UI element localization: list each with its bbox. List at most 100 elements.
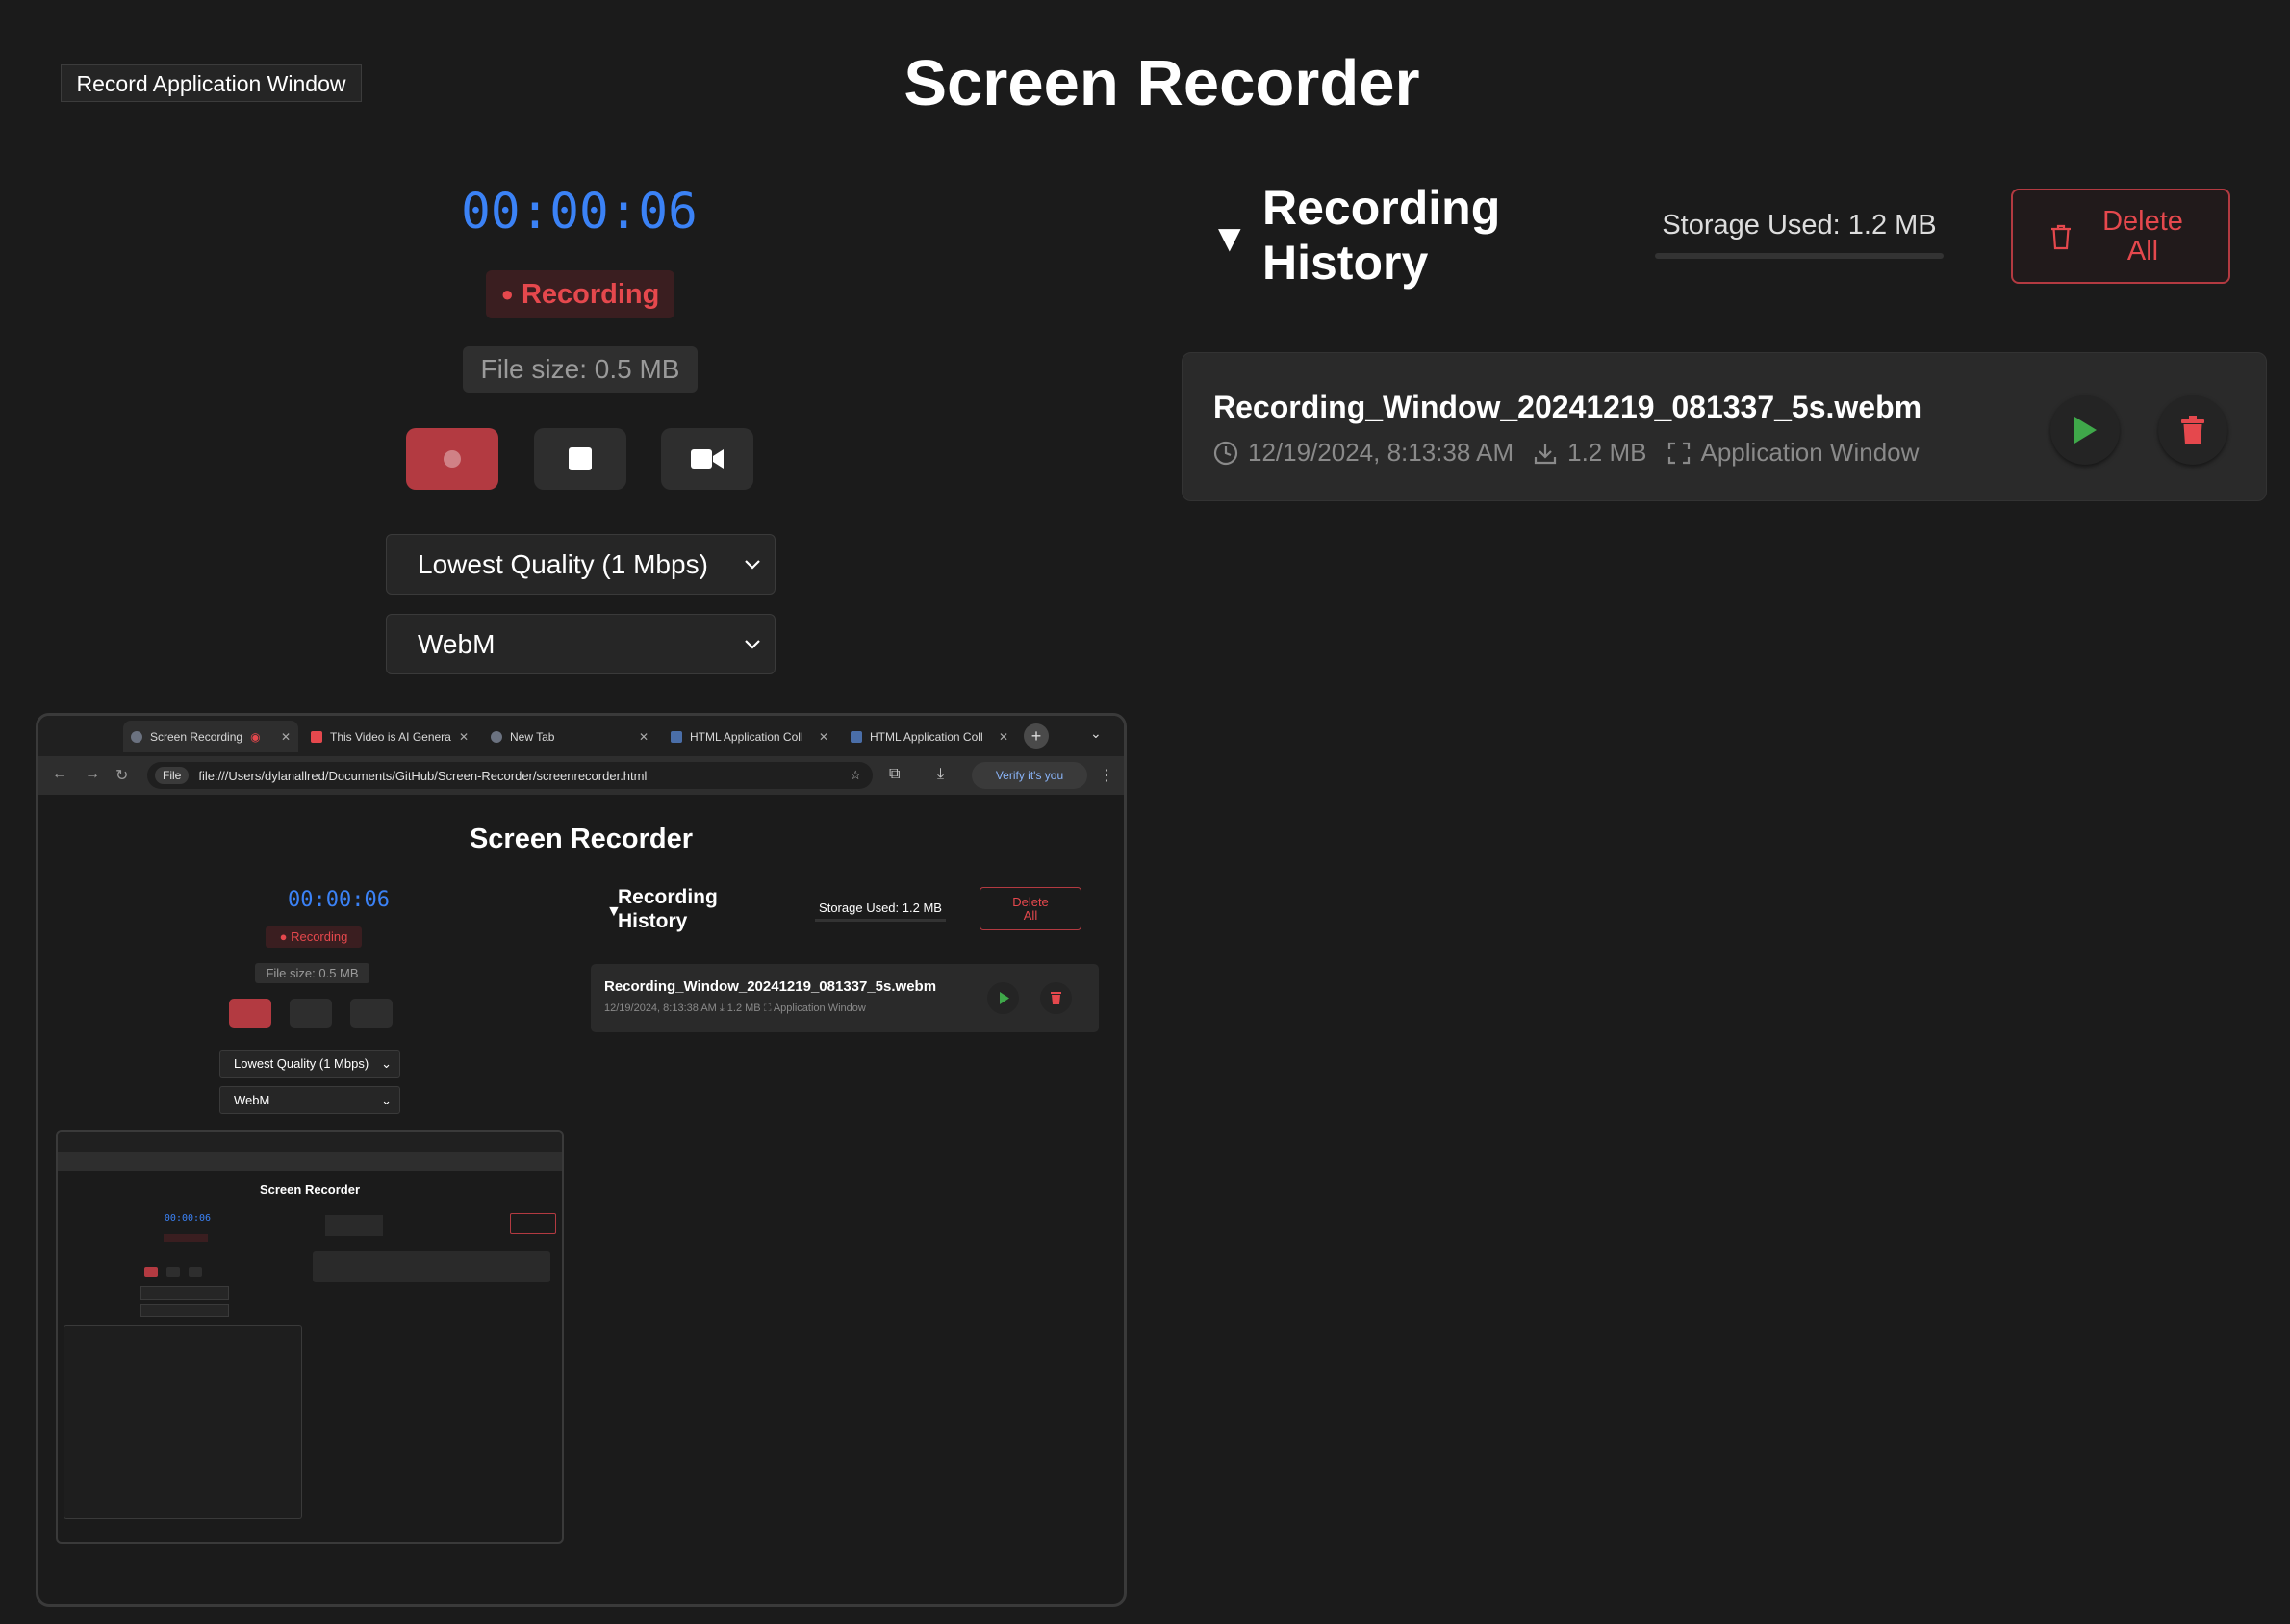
storage-used-label: Storage Used: 1.2 MB	[1662, 210, 1937, 241]
recording-list-item: Recording_Window_20241219_081337_5s.webm…	[1182, 352, 2267, 501]
preview-delete-all-label: Delete All	[1012, 894, 1049, 923]
history-collapse-toggle-icon[interactable]: ▼	[1210, 217, 1249, 261]
recording-history-title: Recording History	[1262, 181, 1501, 290]
extensions-icon[interactable]: ⧉	[889, 766, 900, 783]
trash-icon	[2051, 224, 2071, 249]
delete-all-button[interactable]: Delete All	[2011, 189, 2230, 284]
close-icon[interactable]: ✕	[819, 730, 828, 744]
nested-format-select	[140, 1304, 229, 1317]
close-icon[interactable]: ✕	[459, 730, 469, 744]
chevron-down-icon: ⌄	[381, 1055, 392, 1071]
nested-delete-all	[510, 1213, 556, 1234]
bookmark-star-icon[interactable]: ☆	[850, 768, 861, 783]
preview-file-size: File size: 0.5 MB	[255, 963, 369, 983]
preview-format-select: WebM ⌄	[219, 1086, 400, 1114]
close-icon[interactable]: ✕	[281, 730, 291, 744]
nested-recording-card	[313, 1251, 550, 1282]
browser-tab[interactable]: New Tab ✕	[483, 721, 656, 752]
preview-camera-button	[350, 999, 393, 1028]
nested-quality-select	[140, 1286, 229, 1300]
browser-tab-bar: Screen Recording ◉ ✕ This Video is AI Ge…	[38, 716, 1124, 756]
recording-preview: Screen Recording ◉ ✕ This Video is AI Ge…	[36, 713, 1127, 1607]
preview-history-title: Recording History	[618, 886, 718, 932]
format-select-value: WebM	[418, 628, 496, 659]
format-select[interactable]: WebM	[386, 614, 776, 674]
preview-delete-button	[1040, 982, 1072, 1014]
recording-size: 1.2 MB	[1567, 438, 1647, 467]
more-menu-icon[interactable]: ⋮	[1099, 766, 1114, 785]
recording-indicator-icon: ◉	[250, 729, 261, 744]
nested-page-title: Screen Recorder	[259, 1182, 361, 1197]
verify-profile-button[interactable]: Verify it's you	[972, 762, 1087, 789]
delete-all-label: Delete All	[2102, 205, 2183, 266]
download-icon[interactable]: ⤓	[937, 766, 944, 783]
quality-select[interactable]: Lowest Quality (1 Mbps)	[386, 534, 776, 595]
address-bar[interactable]: File file:///Users/dylanallred/Documents…	[147, 762, 873, 789]
quality-select-value: Lowest Quality (1 Mbps)	[418, 548, 708, 579]
preview-delete-all: Delete All	[980, 887, 1081, 930]
play-recording-button[interactable]	[2050, 395, 2120, 465]
record-dot-icon	[444, 450, 461, 468]
new-tab-button[interactable]: +	[1024, 723, 1049, 749]
preview-recording-name: Recording_Window_20241219_081337_5s.webm	[604, 978, 937, 995]
recording-meta: 12/19/2024, 8:13:38 AM 1.2 MB Applicatio…	[1213, 438, 1926, 468]
preview-format-value: WebM	[234, 1093, 270, 1107]
record-button[interactable]	[406, 428, 498, 490]
chevron-down-icon: ⌄	[381, 1092, 392, 1107]
play-icon	[1000, 992, 1009, 1004]
preview-play-button	[987, 982, 1019, 1014]
browser-tab[interactable]: This Video is AI Genera ✕	[303, 721, 476, 752]
recording-filename: Recording_Window_20241219_081337_5s.webm	[1213, 390, 1922, 424]
tab-favicon-icon	[131, 730, 142, 743]
preview-recording-meta: 12/19/2024, 8:13:38 AM ⤓ 1.2 MB ⛶ Applic…	[604, 1002, 866, 1014]
recording-date: 12/19/2024, 8:13:38 AM	[1248, 438, 1514, 467]
nested-history-header	[325, 1215, 383, 1236]
chevron-down-icon	[744, 639, 761, 650]
preview-recording-badge: ● Recording	[266, 926, 362, 948]
preview-page-title: Screen Recorder	[469, 824, 694, 854]
tab-favicon-icon	[851, 730, 862, 743]
window-frame-icon	[1667, 442, 1690, 464]
nested-stop-button	[166, 1267, 180, 1277]
nested-timer: 00:00:06	[164, 1213, 212, 1224]
preview-timer: 00:00:06	[288, 888, 390, 912]
nested-recording-badge	[164, 1234, 208, 1242]
chevron-down-icon	[744, 559, 761, 571]
preview-storage-used: Storage Used: 1.2 MB	[815, 901, 946, 922]
nested-tab-bar	[58, 1132, 562, 1152]
delete-recording-button[interactable]	[2158, 395, 2227, 465]
reload-icon[interactable]: ↻	[115, 766, 128, 785]
tab-favicon-icon	[671, 730, 682, 743]
video-camera-icon	[691, 449, 724, 469]
tab-favicon-icon	[491, 730, 502, 743]
preview-recording-card: Recording_Window_20241219_081337_5s.webm…	[591, 964, 1099, 1032]
trash-icon	[2181, 416, 2204, 444]
recording-status-label: Recording	[521, 278, 660, 310]
recording-source: Application Window	[1700, 438, 1920, 467]
nested-camera-button	[189, 1267, 202, 1277]
trash-icon	[1051, 992, 1061, 1004]
forward-arrow-icon[interactable]: →	[85, 766, 100, 783]
back-arrow-icon[interactable]: ←	[52, 766, 67, 783]
tab-label: This Video is AI Genera	[330, 729, 451, 744]
nested-preview: Screen Recorder 00:00:06	[56, 1130, 564, 1544]
browser-tab[interactable]: HTML Application Coll ✕	[843, 721, 1016, 752]
tab-search-chevron-icon[interactable]: ⌄	[1090, 725, 1102, 742]
nested-record-button	[144, 1267, 158, 1277]
camera-button[interactable]	[661, 428, 753, 490]
browser-tab[interactable]: Screen Recording ◉ ✕	[123, 721, 298, 752]
browser-tab[interactable]: HTML Application Coll ✕	[663, 721, 836, 752]
close-icon[interactable]: ✕	[639, 730, 649, 744]
url-scheme-chip: File	[155, 767, 190, 784]
deep-nested-preview	[64, 1325, 302, 1519]
close-icon[interactable]: ✕	[999, 730, 1008, 744]
page-title: Screen Recorder	[903, 47, 1420, 119]
recording-dot-icon: ●	[500, 282, 514, 306]
stop-button[interactable]	[534, 428, 626, 490]
tab-favicon-icon	[311, 730, 322, 743]
download-icon	[1535, 443, 1557, 464]
stop-square-icon	[569, 447, 592, 470]
storage-usage-bar	[1655, 253, 1944, 259]
file-size-readout: File size: 0.5 MB	[463, 346, 698, 393]
tab-label: Screen Recording	[150, 729, 243, 744]
